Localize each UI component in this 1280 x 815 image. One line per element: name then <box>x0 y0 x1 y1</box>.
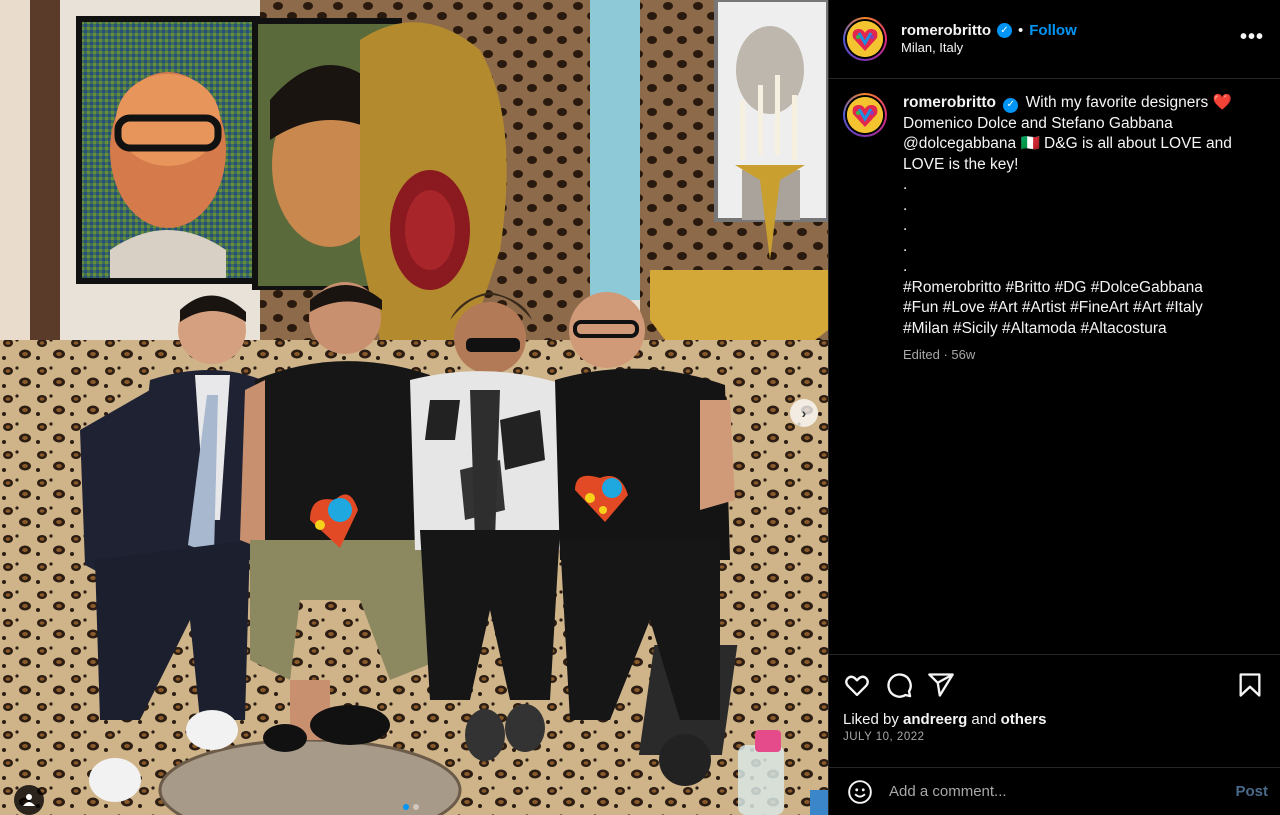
liked-by-user[interactable]: andreerg <box>903 711 967 728</box>
caption-hashtags[interactable]: #Milan #Sicily #Altamoda #Altacostura <box>903 319 1253 340</box>
post-actions: Liked by andreerg and others JULY 10, 20… <box>829 654 1280 767</box>
bookmark-icon <box>1239 673 1261 697</box>
caption-line: . <box>903 237 908 255</box>
caption-line: . <box>903 258 908 275</box>
caption-line: . <box>903 217 908 234</box>
caption-line: With my favorite designers ❤️ <box>1025 94 1232 111</box>
post-photo[interactable]: › <box>0 0 828 815</box>
follow-button[interactable]: Follow <box>1029 22 1077 39</box>
caption-line: Domenico Dolce and Stefano Gabbana <box>903 114 1173 132</box>
comment-box: Post <box>829 767 1280 815</box>
more-icon[interactable]: ••• <box>1240 26 1264 49</box>
avatar-heart-icon <box>847 21 883 57</box>
post-comment-button[interactable]: Post <box>1235 783 1268 800</box>
liked-by-others[interactable]: others <box>1001 711 1047 728</box>
emoji-button[interactable] <box>847 779 873 805</box>
carousel-dot-active <box>403 804 409 810</box>
user-tag-icon <box>23 794 35 806</box>
caption-hashtags[interactable]: #Romerobritto #Britto #DG #DolceGabbana <box>903 278 1253 299</box>
post-side-panel: romerobritto ✓ • Follow Milan, Italy ••• <box>828 0 1280 815</box>
save-button[interactable] <box>1236 671 1264 699</box>
comments-area: romerobritto ✓ With my favorite designer… <box>829 79 1280 654</box>
photo-scene <box>0 0 828 815</box>
comment-icon <box>887 673 912 698</box>
caption-username[interactable]: romerobritto <box>903 94 996 111</box>
verified-icon: ✓ <box>1003 97 1019 113</box>
next-slide-button[interactable]: › <box>790 399 818 427</box>
heart-icon <box>845 675 869 697</box>
tagged-users-button[interactable] <box>14 785 44 815</box>
likes-summary: Liked by andreerg and others <box>843 711 1047 728</box>
share-icon <box>928 673 954 697</box>
verified-icon: ✓ <box>997 23 1012 39</box>
caption-line: . <box>903 196 908 214</box>
comment-input[interactable] <box>889 783 1236 800</box>
share-button[interactable] <box>927 671 955 699</box>
caption-meta: Edited · 56w <box>903 347 976 362</box>
post-date[interactable]: JULY 10, 2022 <box>843 731 1264 743</box>
emoji-icon <box>848 779 872 804</box>
post-view: › romerobritto ✓ • Follow Milan, Italy •… <box>0 0 1280 815</box>
caption-line: @dolcegabbana 🇮🇹 D&G is all about LOVE a… <box>903 135 1232 152</box>
caption-text: romerobritto ✓ With my favorite designer… <box>903 93 1253 366</box>
like-button[interactable] <box>843 671 871 699</box>
carousel-dot <box>413 804 419 810</box>
caption-avatar[interactable] <box>843 93 887 137</box>
post-location[interactable]: Milan, Italy <box>901 40 1077 56</box>
caption: romerobritto ✓ With my favorite designer… <box>843 93 1264 366</box>
comment-button[interactable] <box>885 671 913 699</box>
caption-line: . <box>903 176 908 193</box>
post-header: romerobritto ✓ • Follow Milan, Italy ••• <box>829 0 1280 79</box>
caption-hashtags[interactable]: #Fun #Love #Art #Artist #FineArt #Art #I… <box>903 298 1253 319</box>
carousel-indicator <box>403 804 419 810</box>
caption-line: LOVE is the key! <box>903 155 1019 173</box>
separator-dot: • <box>1018 21 1024 39</box>
avatar-heart-icon <box>847 97 883 133</box>
avatar[interactable] <box>843 17 887 61</box>
chevron-right-icon: › <box>801 405 807 421</box>
post-username[interactable]: romerobritto <box>901 22 991 41</box>
